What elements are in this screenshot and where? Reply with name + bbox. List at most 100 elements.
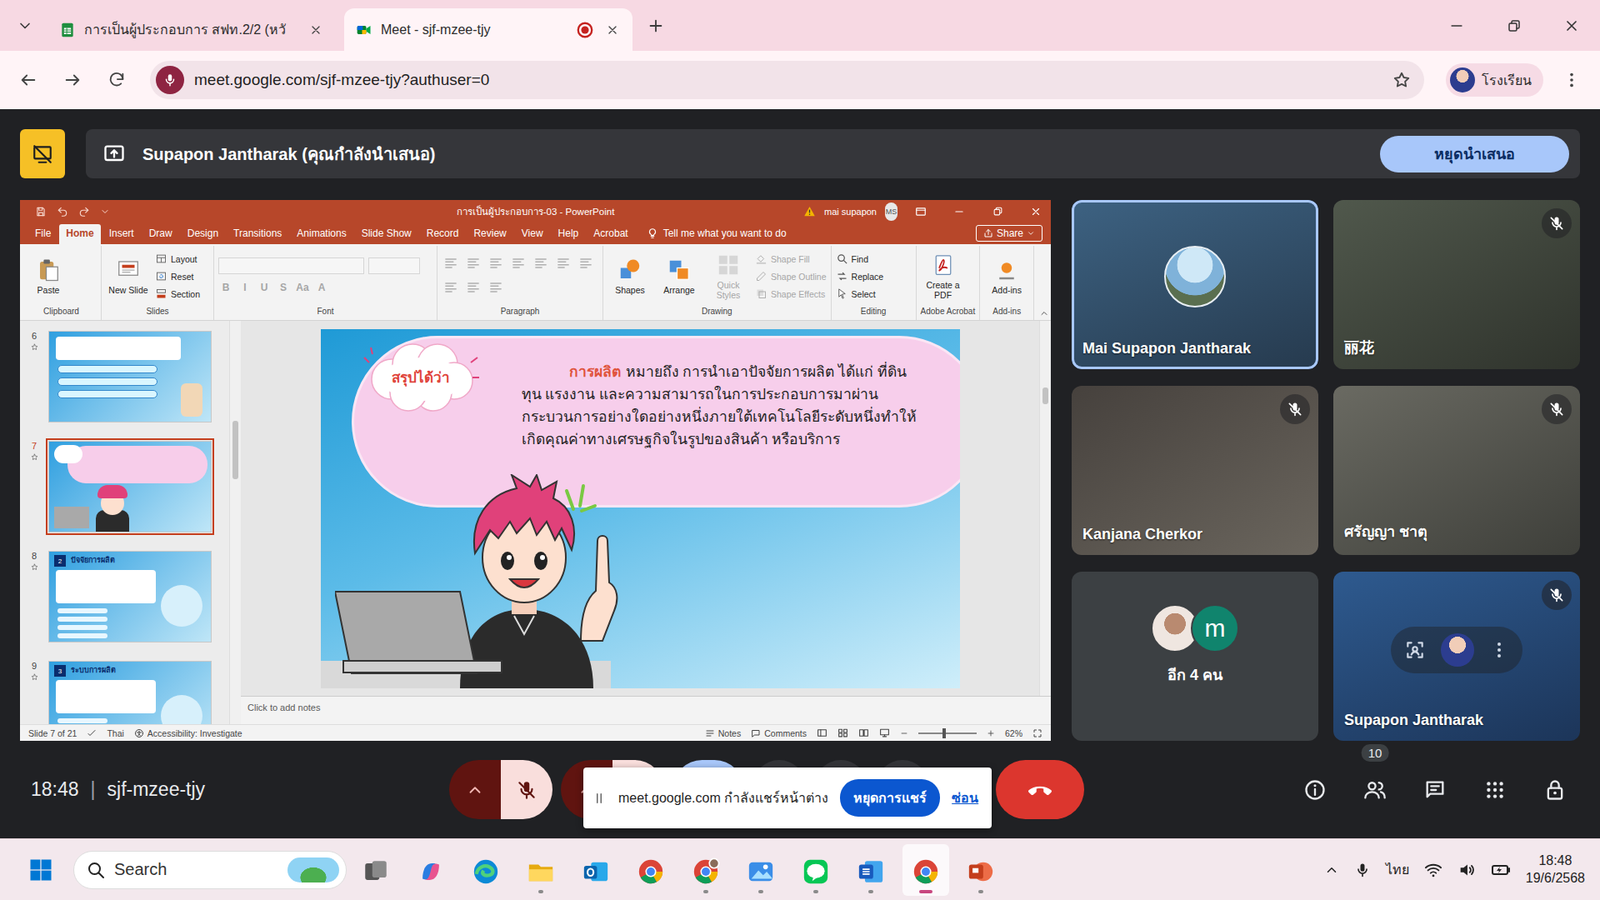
ribbon-small-button[interactable]: Find — [835, 250, 885, 267]
taskbar-app[interactable] — [352, 844, 400, 896]
stop-sharing-button[interactable]: หยุดการแชร์ — [840, 779, 940, 817]
browser-tab[interactable]: Meet - sjf-mzee-tjy — [344, 8, 633, 51]
ribbon-small-button[interactable]: Section — [155, 285, 200, 302]
ribbon-tab[interactable]: Help — [551, 224, 586, 245]
tool-icon[interactable] — [441, 279, 460, 296]
people-button[interactable]: 10 — [1354, 769, 1396, 811]
ribbon-tab[interactable]: Draw — [142, 224, 180, 245]
forward-button[interactable] — [55, 63, 90, 97]
paragraph-tool[interactable] — [554, 255, 573, 275]
paragraph-tool[interactable] — [464, 255, 483, 275]
tool-icon[interactable] — [486, 255, 505, 272]
ribbon-tab[interactable]: File — [28, 224, 58, 245]
ribbon-tab[interactable]: Home — [59, 224, 100, 245]
slide-show-button[interactable] — [879, 727, 890, 739]
paragraph-tool[interactable] — [464, 279, 483, 299]
undo-button[interactable] — [56, 205, 69, 218]
ribbon-tab[interactable]: Acrobat — [586, 224, 635, 245]
meeting-info-button[interactable] — [1294, 769, 1336, 811]
taskbar-search[interactable]: Search — [73, 850, 347, 890]
ribbon-button[interactable]: Add-ins — [984, 257, 1030, 295]
taskbar-app[interactable] — [737, 844, 785, 896]
chat-button[interactable] — [1414, 769, 1456, 811]
zoom-slider[interactable] — [918, 732, 977, 735]
activities-button[interactable] — [1474, 769, 1516, 811]
tab-close-button[interactable] — [602, 20, 623, 40]
tool-icon[interactable] — [509, 255, 528, 272]
zoom-out-button[interactable] — [900, 729, 909, 738]
tool-icon[interactable] — [576, 255, 595, 272]
tool-icon[interactable] — [464, 279, 483, 296]
slide-scrollbar[interactable] — [1039, 320, 1051, 696]
reload-button[interactable] — [100, 63, 134, 97]
participant-tile[interactable]: mอีก 4 คน — [1071, 571, 1319, 741]
font-field[interactable] — [368, 257, 420, 275]
ribbon-tab[interactable]: Review — [466, 224, 513, 245]
tool-icon[interactable] — [441, 255, 460, 272]
ribbon-tab[interactable]: Animations — [290, 224, 353, 245]
participant-tile[interactable]: Mai Supapon Jantharak — [1071, 200, 1319, 370]
ribbon-small-button[interactable]: Layout — [155, 250, 200, 267]
paragraph-tool[interactable] — [486, 279, 505, 299]
new-tab-button[interactable] — [640, 10, 671, 41]
save-button[interactable] — [35, 205, 47, 218]
participant-tile[interactable]: ศรัญญา ชาตุ — [1333, 385, 1580, 555]
accessibility-checker[interactable]: Accessibility: Investigate — [134, 728, 243, 739]
microphone-button[interactable] — [500, 760, 553, 820]
tool-icon[interactable] — [486, 279, 505, 296]
taskbar-app[interactable] — [517, 844, 565, 896]
stop-presenting-button[interactable]: หยุดนำเสนอ — [1380, 135, 1570, 173]
leave-call-button[interactable] — [995, 760, 1085, 820]
taskbar-app[interactable] — [847, 844, 895, 896]
format-button[interactable]: U — [256, 279, 272, 296]
audio-options-button[interactable] — [449, 760, 501, 820]
share-button[interactable]: Share — [975, 225, 1043, 242]
ribbon-button[interactable]: Create a PDF — [920, 252, 966, 300]
ppt-restore-button[interactable] — [982, 200, 1013, 223]
slide-sorter-button[interactable] — [837, 727, 849, 739]
taskbar-app[interactable] — [682, 844, 730, 896]
collapse-ribbon-button[interactable] — [1039, 308, 1050, 319]
slide-thumbnail[interactable] — [48, 440, 212, 533]
tab-close-button[interactable] — [305, 20, 326, 40]
paragraph-tool[interactable] — [441, 279, 460, 299]
ribbon-tab[interactable]: Design — [180, 224, 225, 245]
format-button[interactable]: Aa — [295, 279, 310, 296]
input-language[interactable]: ไทย — [1385, 859, 1410, 880]
bookmark-button[interactable] — [1392, 70, 1411, 90]
ribbon-small-button[interactable]: Reset — [155, 268, 200, 285]
browser-menu-button[interactable] — [1555, 63, 1589, 97]
ribbon-tab[interactable]: Slide Show — [355, 224, 419, 245]
tell-me-box[interactable]: Tell me what you want to do — [646, 227, 787, 245]
ribbon-button[interactable]: Shapes — [607, 257, 653, 295]
address-bar[interactable]: meet.google.com/sjf-mzee-tjy?authuser=0 — [150, 60, 1425, 100]
grip-icon[interactable] — [591, 790, 607, 806]
ribbon-tab[interactable]: View — [515, 224, 550, 245]
profile-button[interactable]: โรงเรียน — [1445, 63, 1544, 97]
paragraph-tool[interactable] — [441, 255, 460, 275]
comments-button[interactable]: Comments — [750, 728, 807, 739]
ribbon-button[interactable]: Paste — [25, 257, 71, 295]
restore-button[interactable] — [1485, 0, 1543, 51]
close-button[interactable] — [1542, 0, 1600, 51]
stop-presenting-icon-button[interactable] — [20, 129, 65, 179]
search-placeholder[interactable]: Search — [114, 860, 280, 880]
ribbon-small-button[interactable]: Shape Fill — [755, 250, 827, 267]
tool-icon[interactable] — [554, 255, 573, 272]
ribbon-button[interactable]: New Slide — [105, 257, 151, 295]
tile-options-button[interactable] — [1489, 640, 1510, 660]
ribbon-button[interactable]: Arrange — [656, 257, 702, 295]
show-hidden-icons-button[interactable] — [1324, 862, 1340, 878]
slide-thumbnail[interactable] — [48, 330, 212, 423]
format-button[interactable]: I — [237, 279, 253, 296]
paragraph-tool[interactable] — [531, 255, 550, 275]
url-text[interactable]: meet.google.com/sjf-mzee-tjy?authuser=0 — [194, 70, 1383, 90]
start-button[interactable] — [23, 852, 59, 888]
ribbon-tab[interactable]: Record — [420, 224, 466, 245]
back-button[interactable] — [11, 63, 45, 97]
font-field[interactable] — [218, 257, 365, 275]
ribbon-tab[interactable]: Transitions — [226, 224, 289, 245]
customize-button[interactable] — [100, 206, 110, 217]
browser-tab[interactable]: การเป็นผู้ประกอบการ สฟท.2/2 (หวั — [47, 8, 336, 51]
normal-view-button[interactable] — [816, 727, 828, 739]
